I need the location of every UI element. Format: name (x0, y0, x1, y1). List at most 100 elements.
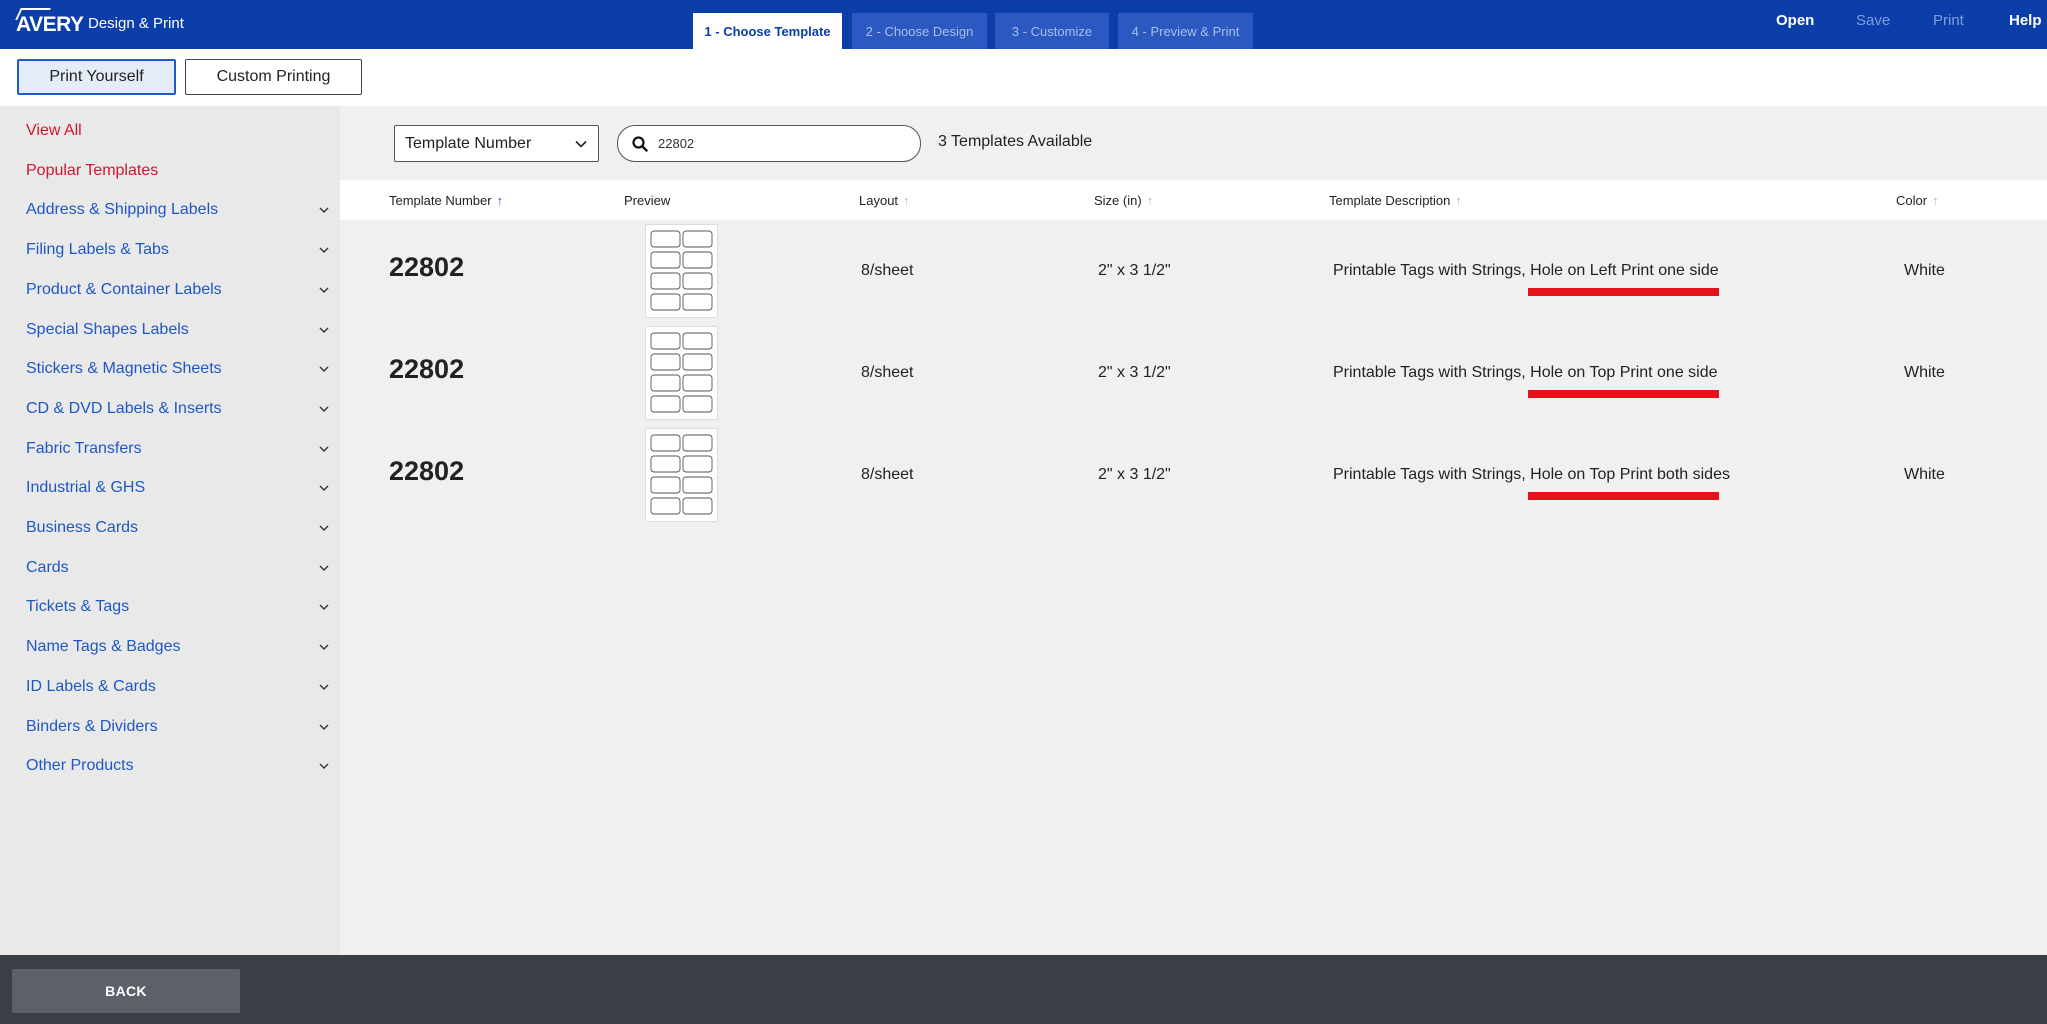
chevron-down-icon (319, 406, 329, 412)
bottom-bar: BACK (0, 955, 2047, 1024)
search-box (617, 125, 921, 162)
layout-cell: 8/sheet (861, 466, 914, 483)
sidebar-item-label: View All (26, 122, 82, 139)
header-template-number-label: Template Number (389, 193, 492, 208)
layout-cell: 8/sheet (861, 262, 914, 279)
print-button[interactable]: Print (1933, 12, 1964, 29)
table-row[interactable]: 22802 8/sheet 2" x 3 1/2" Printable Tags wi… (340, 220, 2047, 322)
header-description[interactable]: Template Description ↑ (1329, 193, 1462, 208)
table-row[interactable]: 22802 8/sheet 2" x 3 1/2" Printable Tags wi… (340, 424, 2047, 526)
help-button[interactable]: Help (2009, 12, 2042, 29)
custom-printing-button[interactable]: Custom Printing (185, 59, 362, 95)
header-description-label: Template Description (1329, 193, 1451, 208)
chevron-down-icon (319, 207, 329, 213)
description-highlight: Hole on Top Print one side (1530, 364, 1718, 381)
sidebar-item[interactable]: Popular Templates (26, 156, 330, 186)
highlight-underline (1528, 390, 1719, 398)
sidebar-item[interactable]: Binders & Dividers (26, 712, 330, 742)
sidebar-item-label: ID Labels & Cards (26, 678, 156, 695)
sidebar-item[interactable]: View All (26, 116, 330, 146)
chevron-down-icon (575, 140, 587, 148)
header-layout[interactable]: Layout ↑ (859, 193, 910, 208)
color-cell: White (1904, 466, 1945, 483)
top-bar: AVERY Design & Print 1 - Choose Template… (0, 0, 2047, 49)
sidebar-item-label: Business Cards (26, 519, 139, 536)
chevron-down-icon (319, 763, 329, 769)
chevron-down-icon (319, 366, 329, 372)
size-cell: 2" x 3 1/2" (1098, 364, 1171, 381)
sidebar-item[interactable]: Business Cards (26, 513, 330, 543)
description-prefix: Printable Tags with Strings, (1333, 262, 1531, 279)
sidebar-item-label: Address & Shipping Labels (26, 201, 219, 218)
sidebar-item[interactable]: Stickers & Magnetic Sheets (26, 354, 330, 384)
sidebar-item-label: CD & DVD Labels & Inserts (26, 400, 222, 417)
tab-choose-template[interactable]: 1 - Choose Template (693, 13, 842, 49)
tag-sheet-preview (650, 332, 713, 413)
chevron-down-icon (319, 247, 329, 253)
sort-arrow-up-icon: ↑ (1146, 193, 1154, 208)
app-logo[interactable]: AVERY Design & Print (15, 6, 184, 38)
filter-type-select[interactable]: Template Number (394, 125, 599, 162)
color-cell: White (1904, 262, 1945, 279)
description-cell: Printable Tags with Strings, Hole on Top… (1333, 364, 1718, 382)
header-preview-label: Preview (624, 193, 671, 208)
description-prefix: Printable Tags with Strings, (1333, 364, 1531, 381)
template-preview-thumbnail[interactable] (645, 428, 718, 522)
back-button[interactable]: BACK (12, 969, 240, 1013)
sidebar-item[interactable]: Cards (26, 553, 330, 583)
template-preview-thumbnail[interactable] (645, 224, 718, 318)
sidebar-item-label: Name Tags & Badges (26, 638, 181, 655)
header-template-number[interactable]: Template Number ↑ (389, 193, 503, 208)
sidebar-item-label: Cards (26, 559, 69, 576)
sidebar-item[interactable]: Industrial & GHS (26, 473, 330, 503)
template-number[interactable]: 22802 (389, 252, 464, 283)
search-input[interactable] (658, 136, 898, 151)
header-size[interactable]: Size (in) ↑ (1094, 193, 1153, 208)
tab-choose-design[interactable]: 2 - Choose Design (852, 13, 987, 49)
template-number[interactable]: 22802 (389, 456, 464, 487)
header-color-label: Color (1896, 193, 1928, 208)
sidebar-item-label: Binders & Dividers (26, 718, 158, 735)
open-button[interactable]: Open (1776, 12, 1814, 29)
sidebar-item[interactable]: Fabric Transfers (26, 434, 330, 464)
sidebar-item[interactable]: Name Tags & Badges (26, 632, 330, 662)
category-sidebar: View All Popular Templates Address & Shipp… (0, 106, 340, 955)
sidebar-item[interactable]: Filing Labels & Tabs (26, 235, 330, 265)
description-cell: Printable Tags with Strings, Hole on Top… (1333, 466, 1730, 484)
chevron-down-icon (319, 684, 329, 690)
sidebar-item[interactable]: Product & Container Labels (26, 275, 330, 305)
sort-arrow-up-icon: ↑ (1932, 193, 1939, 208)
layout-cell: 8/sheet (861, 364, 914, 381)
sidebar-item[interactable]: Other Products (26, 751, 330, 781)
print-yourself-button[interactable]: Print Yourself (17, 59, 176, 95)
sidebar-item[interactable]: Address & Shipping Labels (26, 195, 330, 225)
sidebar-item-label: Popular Templates (26, 162, 159, 179)
sidebar-item[interactable]: Special Shapes Labels (26, 315, 330, 345)
description-highlight: Hole on Left Print one side (1530, 262, 1719, 279)
highlight-underline (1528, 492, 1719, 500)
size-cell: 2" x 3 1/2" (1098, 466, 1171, 483)
sidebar-item-label: Special Shapes Labels (26, 321, 189, 338)
table-row[interactable]: 22802 8/sheet 2" x 3 1/2" Printable Tags wi… (340, 322, 2047, 424)
sidebar-item[interactable]: CD & DVD Labels & Inserts (26, 394, 330, 424)
tab-customize[interactable]: 3 - Customize (995, 13, 1109, 49)
sidebar-item-label: Industrial & GHS (26, 479, 146, 496)
chevron-down-icon (319, 287, 329, 293)
sort-arrow-up-icon: ↑ (496, 193, 504, 208)
header-size-label: Size (in) (1094, 193, 1142, 208)
sidebar-item-label: Tickets & Tags (26, 598, 130, 615)
size-cell: 2" x 3 1/2" (1098, 262, 1171, 279)
chevron-down-icon (319, 485, 329, 491)
tag-sheet-preview (650, 230, 713, 311)
template-preview-thumbnail[interactable] (645, 326, 718, 420)
sidebar-item[interactable]: Tickets & Tags (26, 592, 330, 622)
template-number[interactable]: 22802 (389, 354, 464, 385)
search-icon (632, 135, 648, 152)
sidebar-item[interactable]: ID Labels & Cards (26, 672, 330, 702)
header-color[interactable]: Color ↑ (1896, 193, 1939, 208)
description-highlight: Hole on Top Print both sides (1530, 466, 1730, 483)
save-button[interactable]: Save (1856, 12, 1890, 29)
tab-preview-print[interactable]: 4 - Preview & Print (1118, 13, 1253, 49)
sidebar-item-label: Fabric Transfers (26, 440, 142, 457)
chevron-down-icon (319, 525, 329, 531)
